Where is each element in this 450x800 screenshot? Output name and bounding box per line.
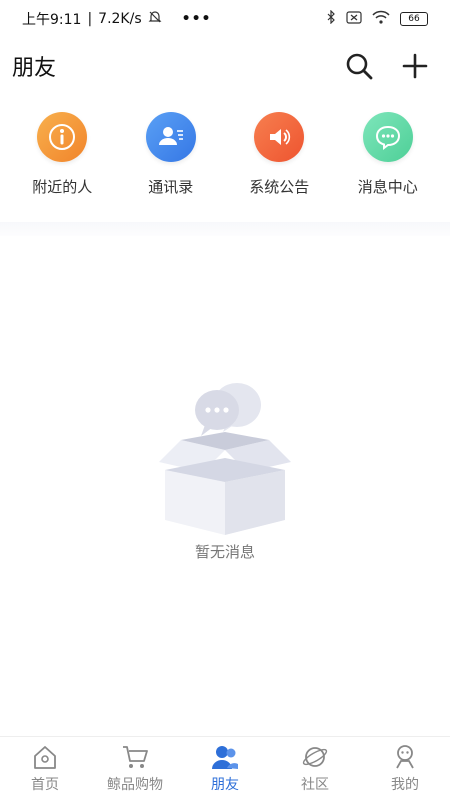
page-title: 朋友 xyxy=(12,56,57,81)
speaker-icon xyxy=(254,112,305,162)
nav-item-community[interactable]: 社区 xyxy=(270,743,360,794)
section-divider xyxy=(0,222,450,236)
wifi-icon xyxy=(372,10,390,28)
empty-message: 暂无消息 xyxy=(194,543,255,561)
quick-entry-announcement[interactable]: 系统公告 xyxy=(229,112,329,197)
nav-item-shopping[interactable]: 鲸品购物 xyxy=(90,743,180,794)
nav-label: 鲸品购物 xyxy=(107,777,163,793)
contact-icon xyxy=(145,112,196,162)
nav-label: 社区 xyxy=(301,777,329,793)
search-icon xyxy=(346,53,373,80)
cart-icon xyxy=(121,743,149,771)
friends-icon xyxy=(211,743,239,771)
quick-entry-nearby[interactable]: 附近的人 xyxy=(12,112,112,197)
bluetooth-icon xyxy=(326,9,336,28)
quick-entry-row: 附近的人 通讯录 系统公告 消息中心 xyxy=(0,112,450,222)
status-left: 上午9:11 | 7.2K/s ••• xyxy=(22,9,212,29)
header-actions xyxy=(344,51,438,81)
plus-icon xyxy=(402,53,428,79)
no-sim-icon xyxy=(346,10,362,28)
nav-item-friends[interactable]: 朋友 xyxy=(180,743,270,794)
status-separator: | xyxy=(87,11,93,27)
nav-label: 首页 xyxy=(31,777,59,793)
quick-entry-label: 通讯录 xyxy=(148,178,194,196)
status-speed: 7.2K/s xyxy=(98,11,142,27)
quick-entry-label: 附近的人 xyxy=(32,178,93,196)
status-time: 上午9:11 xyxy=(22,12,82,28)
quick-entry-label: 系统公告 xyxy=(249,178,310,196)
quick-entry-contacts[interactable]: 通讯录 xyxy=(121,112,221,197)
more-dots-icon: ••• xyxy=(181,11,212,27)
search-button[interactable] xyxy=(344,51,374,81)
chat-icon xyxy=(362,112,413,162)
nav-label: 我的 xyxy=(391,777,419,793)
battery-icon: 66 xyxy=(400,12,428,26)
profile-icon xyxy=(391,743,419,771)
bottom-nav: 首页 鲸品购物 朋友 社区 我的 xyxy=(0,736,450,800)
add-button[interactable] xyxy=(400,51,430,81)
status-right: 66 xyxy=(326,9,428,28)
quick-entry-label: 消息中心 xyxy=(357,178,418,196)
planet-icon xyxy=(301,743,329,771)
mute-bell-icon xyxy=(148,10,162,28)
quick-entry-message-center[interactable]: 消息中心 xyxy=(338,112,438,197)
nav-item-profile[interactable]: 我的 xyxy=(360,743,450,794)
info-icon xyxy=(37,112,88,162)
nav-item-home[interactable]: 首页 xyxy=(0,743,90,794)
empty-state: 暂无消息 xyxy=(0,370,450,580)
app-header: 朋友 xyxy=(0,44,450,88)
nav-label: 朋友 xyxy=(211,777,239,793)
status-bar: 上午9:11 | 7.2K/s ••• 66 xyxy=(0,0,450,38)
home-icon xyxy=(31,743,59,771)
empty-box-icon xyxy=(159,383,291,535)
